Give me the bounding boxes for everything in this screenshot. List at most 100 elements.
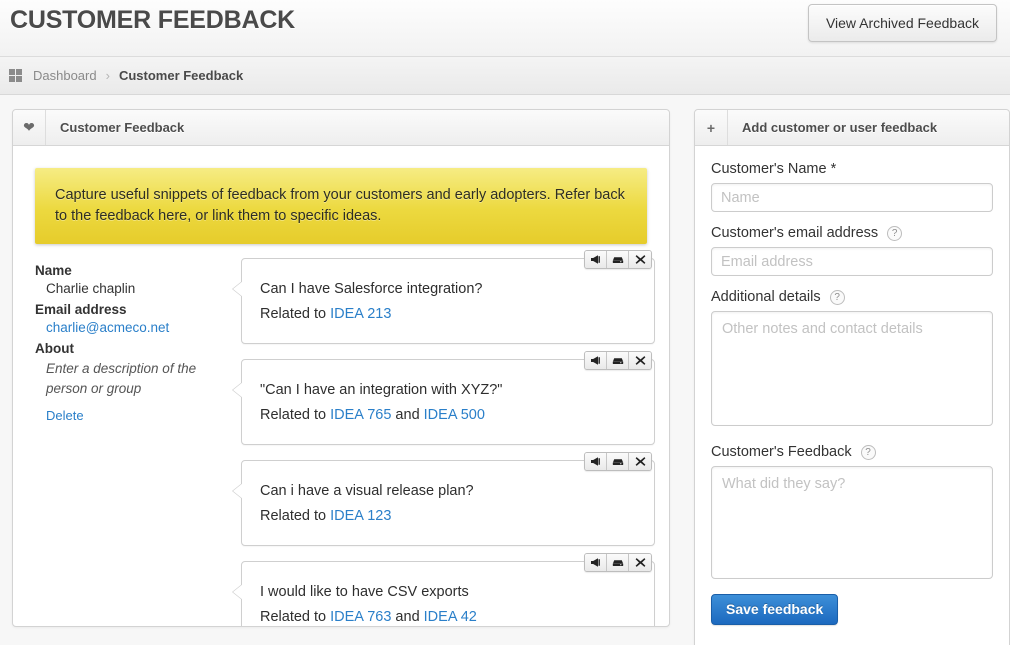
additional-details-label-text: Additional details bbox=[711, 289, 821, 305]
archive-feedback-button[interactable] bbox=[607, 251, 629, 268]
customer-feedback-textarea[interactable] bbox=[711, 466, 993, 579]
megaphone-icon bbox=[590, 557, 602, 568]
related-ideas-line: Related to IDEA 765 and IDEA 500 bbox=[260, 403, 634, 428]
feedback-quote: Can i have a visual release plan? bbox=[260, 483, 474, 499]
customer-email-label: Customer's email address ? bbox=[711, 225, 993, 241]
archive-icon bbox=[612, 254, 624, 265]
related-prefix: Related to bbox=[260, 306, 331, 322]
customer-feedback-panel-header: ❤ Customer Feedback bbox=[13, 110, 669, 146]
related-ideas-line: Related to IDEA 123 bbox=[260, 504, 634, 529]
related-idea-link[interactable]: IDEA 500 bbox=[424, 407, 485, 423]
person-details: Name Charlie chaplin Email address charl… bbox=[13, 258, 241, 626]
page-body: ❤ Customer Feedback Capture useful snipp… bbox=[0, 95, 1010, 645]
megaphone-icon bbox=[590, 355, 602, 366]
delete-feedback-button[interactable] bbox=[629, 453, 651, 470]
related-prefix: Related to bbox=[260, 407, 331, 423]
archive-icon bbox=[612, 557, 624, 568]
additional-details-textarea[interactable] bbox=[711, 311, 993, 426]
related-prefix: Related to bbox=[260, 508, 331, 524]
add-feedback-panel: + Add customer or user feedback Customer… bbox=[694, 109, 1010, 645]
related-idea-link[interactable]: IDEA 42 bbox=[424, 609, 477, 625]
feedback-quote: Can I have Salesforce integration? bbox=[260, 281, 483, 297]
breadcrumb-link-dashboard[interactable]: Dashboard bbox=[33, 68, 97, 83]
promote-to-idea-button[interactable] bbox=[585, 352, 607, 369]
grid-icon[interactable] bbox=[9, 69, 22, 82]
breadcrumb: Dashboard › Customer Feedback bbox=[0, 57, 1010, 95]
breadcrumb-current: Customer Feedback bbox=[118, 68, 244, 83]
breadcrumb-separator-icon: › bbox=[105, 68, 110, 83]
feedback-card-toolbar bbox=[584, 351, 652, 370]
top-header-bar: Customer Feedback View Archived Feedback bbox=[0, 0, 1010, 57]
add-feedback-form: Customer's Name * Customer's email addre… bbox=[695, 146, 1009, 625]
related-idea-link[interactable]: IDEA 765 bbox=[330, 407, 391, 423]
delete-person-link[interactable]: Delete bbox=[35, 408, 241, 423]
promote-to-idea-button[interactable] bbox=[585, 453, 607, 470]
feedback-card-toolbar bbox=[584, 452, 652, 471]
related-prefix: Related to bbox=[260, 609, 331, 625]
delete-feedback-button[interactable] bbox=[629, 352, 651, 369]
megaphone-icon bbox=[590, 456, 602, 467]
customer-email-label-text: Customer's email address bbox=[711, 225, 879, 241]
add-feedback-panel-header: + Add customer or user feedback bbox=[695, 110, 1009, 146]
person-about-label: About bbox=[35, 341, 74, 356]
help-icon[interactable]: ? bbox=[829, 289, 845, 305]
person-name-label: Name bbox=[35, 263, 72, 278]
info-notice-banner: Capture useful snippets of feedback from… bbox=[35, 168, 647, 244]
feedback-card: Can I have Salesforce integration? Relate… bbox=[232, 250, 655, 344]
left-column: ❤ Customer Feedback Capture useful snipp… bbox=[12, 109, 670, 645]
delete-feedback-button[interactable] bbox=[629, 251, 651, 268]
customer-email-input[interactable] bbox=[711, 247, 993, 276]
customer-name-input[interactable] bbox=[711, 183, 993, 212]
related-joiner: and bbox=[391, 407, 424, 423]
archive-icon bbox=[612, 456, 624, 467]
archive-feedback-button[interactable] bbox=[607, 453, 629, 470]
feedback-quote: "Can I have an integration with XYZ?" bbox=[260, 382, 503, 398]
heart-icon[interactable]: ❤ bbox=[13, 110, 46, 145]
related-joiner: and bbox=[391, 609, 424, 625]
close-icon bbox=[635, 557, 646, 568]
related-ideas-line: Related to IDEA 763 and IDEA 42 bbox=[260, 605, 634, 626]
right-column: + Add customer or user feedback Customer… bbox=[694, 109, 1010, 645]
customer-feedback-label: Customer's Feedback ? bbox=[711, 444, 993, 460]
related-ideas-line: Related to IDEA 213 bbox=[260, 302, 634, 327]
customer-name-label: Customer's Name * bbox=[711, 161, 993, 177]
feedback-card-toolbar bbox=[584, 250, 652, 269]
plus-icon[interactable]: + bbox=[695, 110, 728, 145]
help-icon[interactable]: ? bbox=[887, 225, 903, 241]
megaphone-icon bbox=[590, 254, 602, 265]
related-idea-link[interactable]: IDEA 213 bbox=[330, 306, 391, 322]
additional-details-label: Additional details ? bbox=[711, 289, 993, 305]
customer-feedback-label-text: Customer's Feedback bbox=[711, 444, 852, 460]
person-email-label: Email address bbox=[35, 302, 127, 317]
archive-feedback-button[interactable] bbox=[607, 554, 629, 571]
close-icon bbox=[635, 254, 646, 265]
customer-feedback-panel: ❤ Customer Feedback Capture useful snipp… bbox=[12, 109, 670, 627]
customer-name-label-text: Customer's Name bbox=[711, 161, 827, 177]
save-feedback-button[interactable]: Save feedback bbox=[711, 594, 839, 625]
related-idea-link[interactable]: IDEA 123 bbox=[330, 508, 391, 524]
feedback-quote: I would like to have CSV exports bbox=[260, 584, 469, 600]
required-marker: * bbox=[830, 161, 837, 177]
view-archived-feedback-button[interactable]: View Archived Feedback bbox=[807, 4, 997, 42]
archive-icon bbox=[612, 355, 624, 366]
promote-to-idea-button[interactable] bbox=[585, 554, 607, 571]
feedback-card-toolbar bbox=[584, 553, 652, 572]
archive-feedback-button[interactable] bbox=[607, 352, 629, 369]
close-icon bbox=[635, 456, 646, 467]
person-name-value: Charlie chaplin bbox=[46, 281, 136, 296]
customer-feedback-panel-title: Customer Feedback bbox=[60, 120, 185, 135]
feedback-area: Name Charlie chaplin Email address charl… bbox=[13, 244, 669, 626]
related-idea-link[interactable]: IDEA 763 bbox=[330, 609, 391, 625]
feedback-card-list: Can I have Salesforce integration? Relate… bbox=[232, 250, 661, 626]
promote-to-idea-button[interactable] bbox=[585, 251, 607, 268]
person-email-value[interactable]: charlie@acmeco.net bbox=[35, 320, 241, 335]
delete-feedback-button[interactable] bbox=[629, 554, 651, 571]
page-title: Customer Feedback bbox=[10, 6, 296, 34]
help-icon[interactable]: ? bbox=[860, 444, 876, 460]
person-about-value[interactable]: Enter a description of the person or gro… bbox=[35, 359, 241, 399]
close-icon bbox=[635, 355, 646, 366]
feedback-card: I would like to have CSV exports Related … bbox=[232, 553, 655, 626]
feedback-card: "Can I have an integration with XYZ?" Rel… bbox=[232, 351, 655, 445]
feedback-card: Can i have a visual release plan? Related… bbox=[232, 452, 655, 546]
add-feedback-panel-title: Add customer or user feedback bbox=[742, 120, 938, 135]
